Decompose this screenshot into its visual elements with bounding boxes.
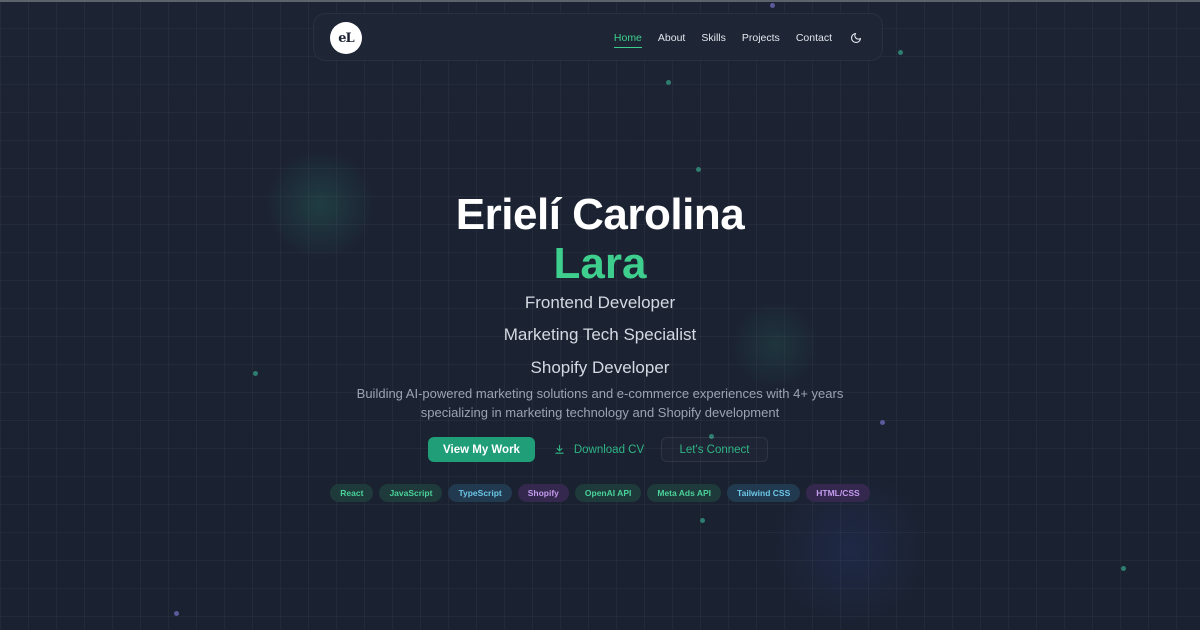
background-particle bbox=[174, 611, 179, 616]
background-particle bbox=[666, 80, 671, 85]
background-particle bbox=[1121, 566, 1126, 571]
tech-tag: HTML/CSS bbox=[806, 484, 870, 502]
tech-tag: TypeScript bbox=[448, 484, 512, 502]
nav-link-skills[interactable]: Skills bbox=[701, 29, 726, 47]
hero-description-line: specializing in marketing technology and… bbox=[420, 405, 780, 420]
background-particle bbox=[700, 518, 705, 523]
background-particle bbox=[696, 167, 701, 172]
nav-link-about[interactable]: About bbox=[658, 29, 685, 47]
logo[interactable]: eL bbox=[330, 22, 362, 54]
nav-link-contact[interactable]: Contact bbox=[796, 29, 832, 47]
lets-connect-button[interactable]: Let's Connect bbox=[661, 437, 768, 462]
view-work-button[interactable]: View My Work bbox=[428, 437, 535, 462]
moon-icon[interactable] bbox=[850, 31, 864, 45]
background-particle bbox=[898, 50, 903, 55]
tech-tag: React bbox=[330, 484, 374, 502]
hero-description-line: Building AI-powered marketing solutions … bbox=[356, 386, 844, 401]
tech-tag: Shopify bbox=[517, 484, 569, 502]
background-particle bbox=[770, 3, 775, 8]
hero-role: Shopify Developer bbox=[530, 358, 670, 377]
hero-description: Building AI-powered marketing solutions … bbox=[0, 384, 1200, 422]
download-cv-button[interactable]: Download CV bbox=[545, 437, 653, 462]
nav-link-projects[interactable]: Projects bbox=[742, 29, 780, 47]
hero-role: Marketing Tech Specialist bbox=[503, 325, 697, 344]
hero-name-last: Lara bbox=[553, 239, 647, 288]
top-border-line bbox=[0, 0, 1200, 2]
tech-tag: Tailwind CSS bbox=[727, 484, 801, 502]
tech-tag: OpenAI API bbox=[574, 484, 642, 502]
tech-tags: React JavaScript TypeScript Shopify Open… bbox=[0, 484, 1200, 502]
background-grid bbox=[0, 0, 1200, 630]
tech-tag: JavaScript bbox=[379, 484, 443, 502]
download-icon bbox=[554, 444, 565, 455]
download-cv-label: Download CV bbox=[573, 443, 645, 456]
tech-tag: Meta Ads API bbox=[647, 484, 722, 502]
hero-name-first: Erielí Carolina bbox=[455, 190, 745, 239]
nav-link-home[interactable]: Home bbox=[613, 29, 642, 48]
hero-role: Frontend Developer bbox=[524, 293, 676, 312]
navbar: eL Home About Skills Projects Contact bbox=[313, 13, 883, 61]
nav-links: Home About Skills Projects Contact bbox=[598, 14, 864, 62]
